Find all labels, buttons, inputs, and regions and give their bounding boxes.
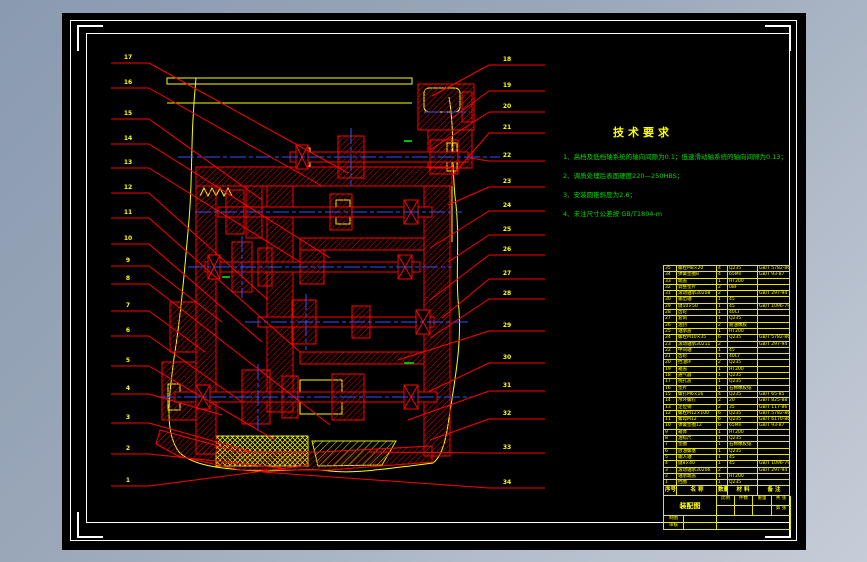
check-label: 审核 [664,523,684,531]
balloon-16: 16 [123,79,133,86]
bom-header-row: 序号名 称数量材 料备 注 [664,485,790,496]
tech-requirement-item: 4、未注尺寸公差按 GB/T1804-m [563,210,663,218]
tech-requirement-item: 2、调质处理后表面硬度220—250HBS； [563,172,684,180]
corner-mark-bottom-left [77,512,103,538]
drawing-title: 装配图 [664,496,717,517]
balloon-22: 22 [502,152,512,159]
balloon-31: 31 [502,382,512,389]
sheet-no-label: 第 张 [772,506,791,517]
balloon-18: 18 [502,56,512,63]
weight-value [753,506,772,517]
tech-requirements-list: 1、高档及低档轴系统的轴向间隙为0.1；低速滑动轴系统的轴向间隙为0.13； 2、… [563,153,818,218]
balloon-1: 1 [125,477,131,484]
scale-label: 比例 [717,496,735,507]
balloon-3: 3 [125,414,131,421]
balloon-19: 19 [502,82,512,89]
corner-mark-top-right [765,25,791,51]
balloon-9: 9 [125,257,131,264]
balloon-6: 6 [125,327,131,334]
balloon-11: 11 [123,209,133,216]
balloon-17: 17 [123,54,133,61]
balloon-33: 33 [502,444,512,451]
bom-header-cell: 序号 [664,485,677,496]
weight-label: 重量 [753,496,772,507]
balloon-7: 7 [125,302,131,309]
draw-label: 制图 [664,516,684,524]
bom-table: 35 螺栓M8×20 4 Q235 GB/T 5782-86 34 弹簧垫圈8 4 65Mn GB… [663,265,791,531]
balloon-10: 10 [123,235,133,242]
balloon-15: 15 [123,110,133,117]
balloon-5: 5 [125,357,131,364]
corner-mark-top-left [77,25,103,51]
bom-header-cell: 备 注 [758,485,790,496]
qty-label: 件数 [735,496,753,507]
bom-header-cell: 材 料 [728,485,758,496]
scale-value [717,506,735,517]
tech-requirement-item: 1、高档及低档轴系统的轴向间隙为0.1；低速滑动轴系统的轴向间隙为0.13； [563,153,787,161]
balloon-12: 12 [123,184,133,191]
qty-value [735,506,753,517]
balloon-30: 30 [502,354,512,361]
sheets-label: 共 张 [772,496,791,507]
cad-viewport: 17 16 15 14 13 12 11 10 9 8 7 6 5 4 3 2 1 18 19 20 21 22 23 24 2… [0,0,867,562]
balloon-34: 34 [502,479,512,486]
draw-value [684,516,717,524]
tech-requirements-title: 技术要求 [613,126,673,139]
balloon-4: 4 [125,385,131,392]
balloon-29: 29 [502,322,512,329]
balloon-24: 24 [502,202,512,209]
balloon-21: 21 [502,124,512,131]
title-block-scale-grid: 比例 件数 重量 共 张 第 张 [717,496,791,517]
balloon-26: 26 [502,246,512,253]
check-value [684,523,717,531]
title-block: 装配图 比例 件数 重量 共 张 第 张 制图 审核 [664,495,791,531]
balloon-28: 28 [502,290,512,297]
bom-header-cell: 名 称 [677,485,717,496]
balloon-2: 2 [125,445,131,452]
technical-requirements: 技术要求 1、高档及低档轴系统的轴向间隙为0.1；低速滑动轴系统的轴向间隙为0.… [563,127,818,229]
balloon-23: 23 [502,178,512,185]
balloon-27: 27 [502,270,512,277]
balloon-25: 25 [502,226,512,233]
balloon-14: 14 [123,135,133,142]
bom-header-cell: 数量 [717,485,728,496]
signature-extra-cell [717,516,791,531]
balloon-32: 32 [502,410,512,417]
balloon-8: 8 [125,275,131,282]
tech-requirement-item: 3、安装圆锥斜度为2.6； [563,191,636,199]
balloon-20: 20 [502,103,512,110]
title-block-signature-grid: 制图 审核 [664,516,791,531]
bom-rows: 35 螺栓M8×20 4 Q235 GB/T 5782-86 34 弹簧垫圈8 4 65Mn GB… [664,265,790,486]
balloon-13: 13 [123,159,133,166]
